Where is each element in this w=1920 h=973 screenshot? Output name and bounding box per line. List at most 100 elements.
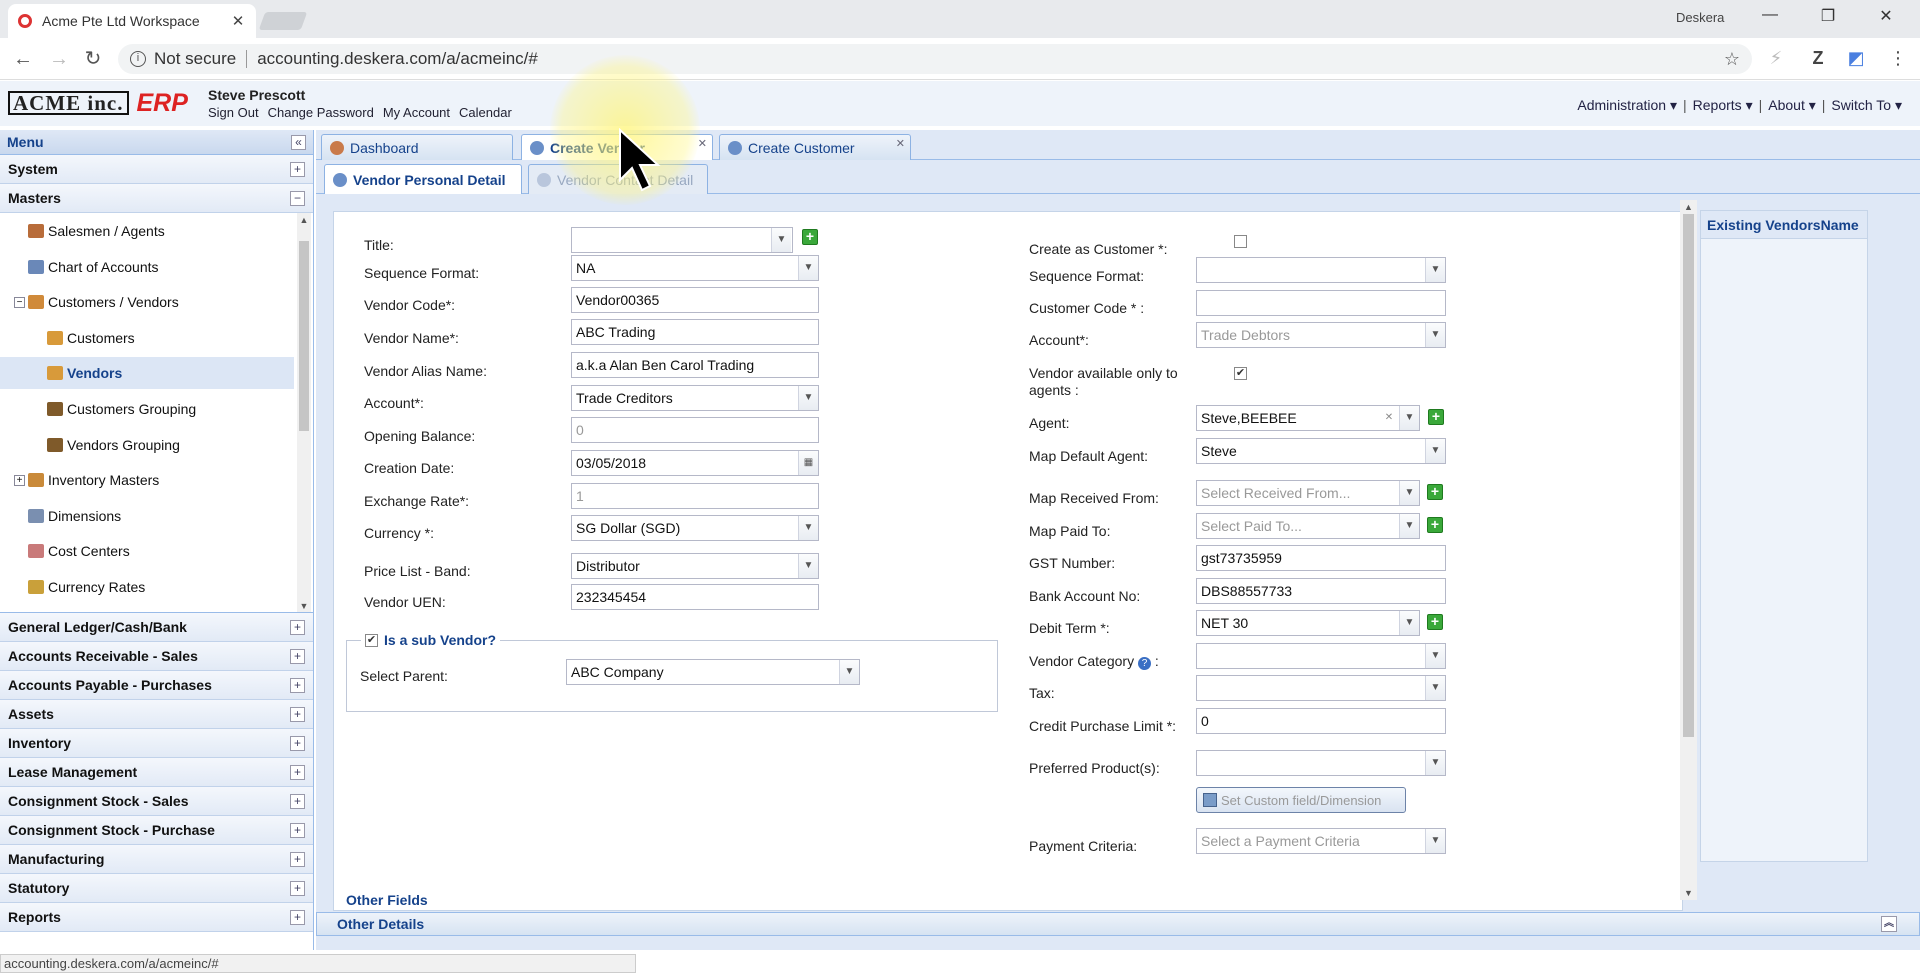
sidebar-section-manufacturing[interactable]: Manufacturing +: [0, 845, 313, 874]
scroll-thumb[interactable]: [1683, 214, 1694, 737]
my-account-link[interactable]: My Account: [383, 105, 450, 120]
set-custom-field-button[interactable]: Set Custom field/Dimension: [1196, 787, 1406, 813]
expand-up-icon[interactable]: ︽: [1881, 916, 1897, 932]
title-select[interactable]: [571, 227, 793, 253]
sign-out-link[interactable]: Sign Out: [208, 105, 259, 120]
administration-menu[interactable]: Administration ▾: [1577, 97, 1677, 114]
sidebar-section-statutory[interactable]: Statutory +: [0, 874, 313, 903]
credit-limit-field[interactable]: 0: [1196, 708, 1446, 734]
price-list-select[interactable]: Distributor ▼: [571, 553, 819, 579]
chevron-down-icon[interactable]: ▼: [1425, 751, 1445, 775]
bookmark-star-icon[interactable]: ☆: [1724, 49, 1740, 70]
vendor-code-field[interactable]: Vendor00365: [571, 287, 819, 313]
gst-number-field[interactable]: gst73735959: [1196, 545, 1446, 571]
expand-icon[interactable]: +: [290, 880, 305, 896]
agent-select[interactable]: Steve,BEEBEE ✕ ▼: [1196, 405, 1420, 431]
change-password-link[interactable]: Change Password: [268, 105, 374, 120]
expand-icon[interactable]: +: [290, 161, 305, 177]
map-received-from-select[interactable]: Select Received From... ▼: [1196, 480, 1420, 506]
add-received-from-icon[interactable]: +: [1427, 484, 1443, 500]
select-parent-select[interactable]: ABC Company ▼: [566, 659, 860, 685]
add-paid-to-icon[interactable]: +: [1427, 517, 1443, 533]
chevron-down-icon[interactable]: ▼: [798, 554, 818, 578]
close-tab-icon[interactable]: ✕: [698, 137, 707, 150]
vendor-name-field[interactable]: ABC Trading: [571, 319, 819, 345]
account-select[interactable]: Trade Creditors ▼: [571, 385, 819, 411]
create-as-customer-checkbox[interactable]: [1234, 235, 1247, 248]
sidebar-item-cost-centers[interactable]: Cost Centers: [0, 535, 294, 567]
collapse-icon[interactable]: −: [290, 190, 305, 206]
vendor-category-select[interactable]: ▼: [1196, 643, 1446, 669]
sidebar-section-consignment-stock-sales[interactable]: Consignment Stock - Sales +: [0, 787, 313, 816]
sidebar-section-consignment-stock-purchase[interactable]: Consignment Stock - Purchase +: [0, 816, 313, 845]
sidebar-item-dimensions[interactable]: Dimensions: [0, 500, 294, 532]
expand-icon[interactable]: +: [290, 648, 305, 664]
opening-balance-field[interactable]: 0: [571, 417, 819, 443]
sidebar-section-assets[interactable]: Assets +: [0, 700, 313, 729]
payment-criteria-select[interactable]: Select a Payment Criteria ▼: [1196, 828, 1446, 854]
map-paid-to-select[interactable]: Select Paid To... ▼: [1196, 513, 1420, 539]
chevron-down-icon[interactable]: ▼: [1425, 829, 1445, 853]
tab-vendor-personal-detail[interactable]: Vendor Personal Detail: [324, 164, 522, 194]
chevron-down-icon[interactable]: ▼: [1399, 481, 1419, 505]
scroll-down-icon[interactable]: ▼: [297, 601, 311, 611]
collapse-sidebar-icon[interactable]: «: [291, 134, 306, 150]
chevron-down-icon[interactable]: ▼: [1425, 439, 1445, 463]
tree-scrollbar[interactable]: ▲ ▼: [297, 213, 311, 612]
scroll-down-icon[interactable]: ▼: [1680, 888, 1697, 898]
about-menu[interactable]: About ▾: [1768, 97, 1816, 114]
scroll-up-icon[interactable]: ▲: [297, 215, 311, 225]
expand-icon[interactable]: +: [290, 851, 305, 867]
sidebar-item-inventory-masters[interactable]: + Inventory Masters: [0, 464, 294, 496]
help-icon[interactable]: ?: [1137, 657, 1151, 670]
sidebar-section-inventory[interactable]: Inventory +: [0, 729, 313, 758]
sidebar-item-customers-vendors[interactable]: − Customers / Vendors: [0, 286, 294, 318]
expand-icon[interactable]: +: [290, 909, 305, 925]
tab-create-customer[interactable]: Create Customer ✕: [719, 134, 911, 160]
add-title-icon[interactable]: +: [802, 229, 818, 245]
sidebar-section-lease-management[interactable]: Lease Management +: [0, 758, 313, 787]
sidebar-section-system[interactable]: System +: [0, 155, 313, 184]
form-scrollbar[interactable]: ▲ ▼: [1680, 200, 1697, 900]
browser-tab[interactable]: Acme Pte Ltd Workspace ✕: [8, 4, 256, 38]
tab-create-vendor[interactable]: Create Vendor ✕: [521, 134, 713, 160]
sidebar-item-invoice-terms[interactable]: +Invoice Terms: [0, 607, 294, 612]
customer-sequence-format-select[interactable]: ▼: [1196, 257, 1446, 283]
tab-vendor-contact-detail[interactable]: Vendor Contact Detail: [528, 164, 708, 194]
preferred-products-select[interactable]: ▼: [1196, 750, 1446, 776]
tab-dashboard[interactable]: Dashboard: [321, 134, 513, 160]
chevron-down-icon[interactable]: ▼: [1399, 514, 1419, 538]
clear-icon[interactable]: ✕: [1379, 406, 1399, 430]
expand-icon[interactable]: +: [290, 677, 305, 693]
sidebar-section-reports[interactable]: Reports +: [0, 903, 313, 932]
close-window-icon[interactable]: ✕: [1872, 6, 1900, 30]
sub-vendor-checkbox[interactable]: ✔: [365, 633, 378, 647]
sidebar-section-general-ledger-cash-bank[interactable]: General Ledger/Cash/Bank +: [0, 613, 313, 642]
sidebar-section-masters[interactable]: Masters −: [0, 184, 313, 213]
exchange-rate-field[interactable]: 1: [571, 483, 819, 509]
chevron-down-icon[interactable]: ▼: [1425, 258, 1445, 282]
minimize-icon[interactable]: —: [1756, 6, 1784, 30]
sidebar-item-customers[interactable]: Customers: [0, 322, 294, 354]
chevron-down-icon[interactable]: ▼: [771, 228, 791, 252]
creation-date-field[interactable]: 03/05/2018 ▦: [571, 450, 819, 476]
vendor-uen-field[interactable]: 232345454: [571, 584, 819, 610]
close-tab-icon[interactable]: ✕: [896, 137, 905, 150]
add-agent-icon[interactable]: +: [1428, 409, 1444, 425]
switch-to-menu[interactable]: Switch To ▾: [1831, 97, 1902, 114]
new-tab-button[interactable]: [258, 12, 308, 30]
back-icon[interactable]: ←: [10, 46, 36, 72]
collapse-icon[interactable]: −: [14, 296, 25, 308]
scroll-up-icon[interactable]: ▲: [1680, 202, 1697, 212]
add-debit-term-icon[interactable]: +: [1427, 614, 1443, 630]
debit-term-select[interactable]: NET 30 ▼: [1196, 610, 1420, 636]
sidebar-item-chart-of-accounts[interactable]: Chart of Accounts: [0, 251, 294, 283]
chevron-down-icon[interactable]: ▼: [798, 516, 818, 540]
browser-menu-icon[interactable]: ⋮: [1886, 48, 1910, 70]
extension-icon[interactable]: ⚡: [1764, 48, 1788, 70]
url-text[interactable]: accounting.deskera.com/a/acmeinc/#: [257, 49, 1724, 69]
scroll-thumb[interactable]: [299, 241, 309, 431]
reports-menu[interactable]: Reports ▾: [1693, 97, 1753, 114]
sidebar-item-salesmen-agents[interactable]: Salesmen / Agents: [0, 215, 294, 247]
reload-icon[interactable]: ↻: [80, 46, 106, 72]
